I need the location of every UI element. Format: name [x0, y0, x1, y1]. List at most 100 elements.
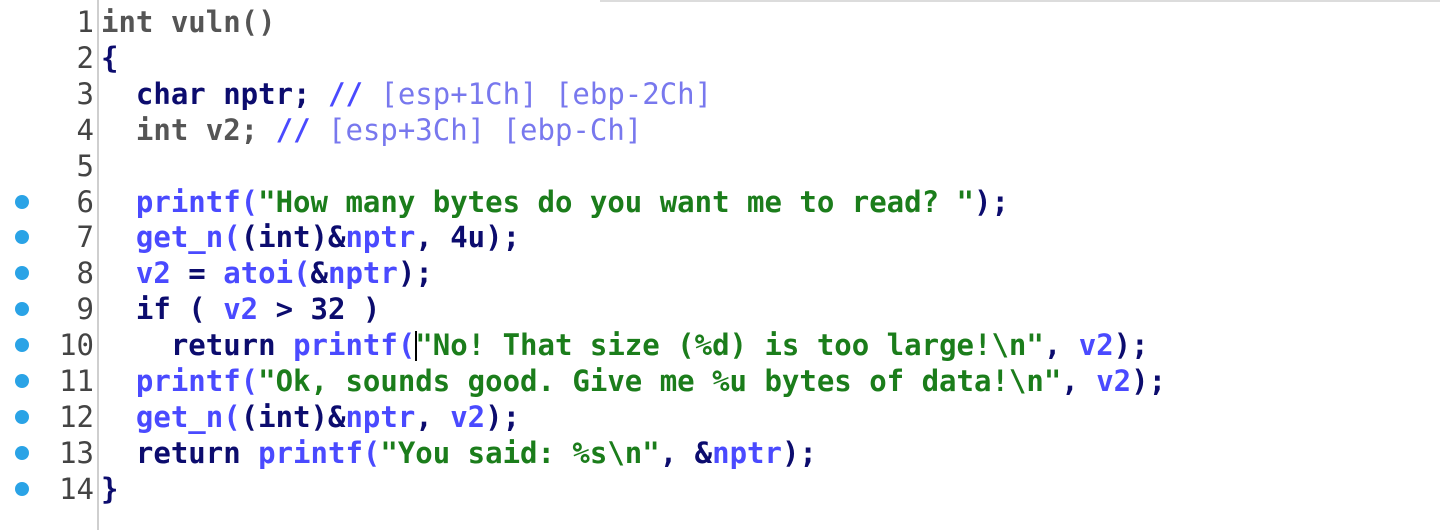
line-number: 6 — [76, 184, 94, 219]
code-token: "How many bytes do you want me to read? … — [258, 184, 974, 219]
top-border — [600, 0, 1440, 2]
breakpoint-dot-icon[interactable] — [15, 338, 29, 353]
line-number: 1 — [76, 5, 94, 39]
code-line[interactable]: 6 printf("How many bytes do you want me … — [0, 184, 1440, 220]
code-token: , — [415, 399, 451, 434]
code-token: // — [275, 112, 328, 147]
breakpoint-dot-icon[interactable] — [15, 445, 29, 460]
line-code: int vuln() — [101, 4, 276, 40]
code-token: printf( — [293, 328, 416, 363]
code-line[interactable]: 5 — [0, 148, 1440, 184]
code-line[interactable]: 14} — [0, 471, 1440, 507]
breakpoint-dot-icon[interactable] — [15, 194, 29, 209]
line-code: v2 = atoi(&nptr); — [101, 255, 433, 291]
line-code: printf("How many bytes do you want me to… — [101, 184, 1009, 220]
breakpoint-dot-icon[interactable] — [15, 302, 29, 317]
line-code: get_n((int)&nptr, v2); — [101, 399, 520, 435]
code-token: ); — [1113, 328, 1149, 363]
pseudocode-editor[interactable]: 1 int vuln() 2{3 char nptr; // [esp+1Ch] [… — [0, 0, 1440, 530]
code-token: nptr — [345, 220, 416, 255]
line-number: 11 — [59, 364, 94, 398]
code-token: nptr — [712, 435, 782, 470]
code-token: , — [1061, 364, 1097, 398]
code-token: { — [101, 40, 119, 75]
code-token: = — [170, 256, 224, 291]
line-number: 12 — [59, 399, 94, 434]
code-line[interactable]: 9 if ( v2 > 32 ) — [0, 291, 1440, 327]
line-number: 2 — [76, 40, 94, 75]
code-token: ); — [397, 256, 433, 291]
code-token: nptr — [328, 256, 398, 291]
line-code: return printf("No! That size (%d) is too… — [101, 327, 1149, 363]
code-token: "You said: %s\n" — [380, 435, 660, 470]
line-number: 5 — [76, 148, 94, 183]
code-line[interactable]: 3 char nptr; // [esp+1Ch] [ebp-2Ch] — [0, 76, 1440, 112]
line-number: 9 — [76, 292, 94, 327]
code-token: int vuln() — [101, 5, 276, 39]
code-token: return — [101, 435, 259, 470]
code-line[interactable]: 12 get_n((int)&nptr, v2); — [0, 399, 1440, 435]
line-number: 14 — [59, 471, 94, 506]
code-token: } — [101, 471, 119, 506]
code-token: nptr — [345, 399, 416, 434]
line-number: 3 — [76, 76, 94, 111]
code-token: [esp+3Ch] [ebp-Ch] — [328, 112, 643, 147]
code-token: > 32 ) — [258, 292, 381, 327]
breakpoint-dot-icon[interactable] — [15, 230, 29, 245]
breakpoint-dot-icon[interactable] — [15, 374, 29, 388]
code-token: ); — [485, 399, 521, 434]
code-token: , & — [659, 435, 713, 470]
code-token: ); — [973, 184, 1009, 219]
code-token: , 4u); — [415, 220, 521, 255]
line-code: printf("Ok, sounds good. Give me %u byte… — [101, 363, 1166, 399]
line-number: 13 — [59, 435, 94, 470]
line-number: 8 — [76, 256, 94, 291]
line-code: get_n((int)&nptr, 4u); — [101, 219, 520, 255]
code-token: (int)& — [240, 220, 346, 255]
code-token: "No! That size (%d) is too large!\n" — [415, 328, 1044, 363]
code-token: v2 — [223, 292, 259, 327]
breakpoint-dot-icon[interactable] — [15, 266, 29, 281]
code-token: int v2; — [101, 112, 276, 147]
code-token: v2 — [1078, 328, 1114, 363]
code-token: // — [327, 76, 381, 111]
code-token: v2 — [1096, 364, 1132, 398]
code-line[interactable]: 11 printf("Ok, sounds good. Give me %u b… — [0, 363, 1440, 399]
code-line[interactable]: 8 v2 = atoi(&nptr); — [0, 255, 1440, 291]
code-line[interactable]: 7 get_n((int)&nptr, 4u); — [0, 219, 1440, 255]
code-token: "Ok, sounds good. Give me %u bytes of da… — [258, 364, 1062, 398]
code-line[interactable]: 2{ — [0, 40, 1440, 76]
code-token: v2 — [101, 256, 171, 291]
line-code: char nptr; // [esp+1Ch] [ebp-2Ch] — [101, 76, 712, 112]
breakpoint-dot-icon[interactable] — [15, 409, 29, 424]
code-token: printf( — [101, 364, 259, 398]
code-token: ); — [1131, 364, 1167, 398]
code-line[interactable]: 10 return printf("No! That size (%d) is … — [0, 327, 1440, 363]
code-token: & — [310, 256, 329, 291]
code-token: return — [101, 328, 294, 363]
code-token: , — [1043, 328, 1079, 363]
code-token: char nptr; — [101, 76, 328, 111]
code-token: get_n( — [101, 399, 241, 434]
code-token: ); — [781, 435, 817, 470]
code-token: v2 — [450, 399, 486, 434]
line-code: if ( v2 > 32 ) — [101, 291, 380, 327]
breakpoint-dot-icon[interactable] — [15, 481, 29, 496]
code-token: (int)& — [240, 399, 346, 434]
code-token: get_n( — [101, 220, 241, 255]
line-number: 10 — [59, 328, 94, 363]
line-code: } — [101, 471, 118, 507]
line-code: { — [101, 40, 118, 76]
code-token: [esp+1Ch] [ebp-2Ch] — [380, 76, 713, 111]
line-number: 4 — [76, 112, 94, 147]
code-token: atoi( — [223, 256, 311, 291]
code-token: if ( — [101, 292, 224, 327]
line-number: 7 — [76, 220, 94, 255]
line-code: int v2; // [esp+3Ch] [ebp-Ch] — [101, 112, 642, 148]
line-code: return printf("You said: %s\n", &nptr); — [101, 435, 817, 471]
code-token: printf( — [101, 184, 259, 219]
code-line[interactable]: 13 return printf("You said: %s\n", &nptr… — [0, 435, 1440, 471]
code-token: printf( — [258, 435, 381, 470]
code-line[interactable]: 1 int vuln() — [0, 4, 1440, 40]
code-line[interactable]: 4 int v2; // [esp+3Ch] [ebp-Ch] — [0, 112, 1440, 148]
